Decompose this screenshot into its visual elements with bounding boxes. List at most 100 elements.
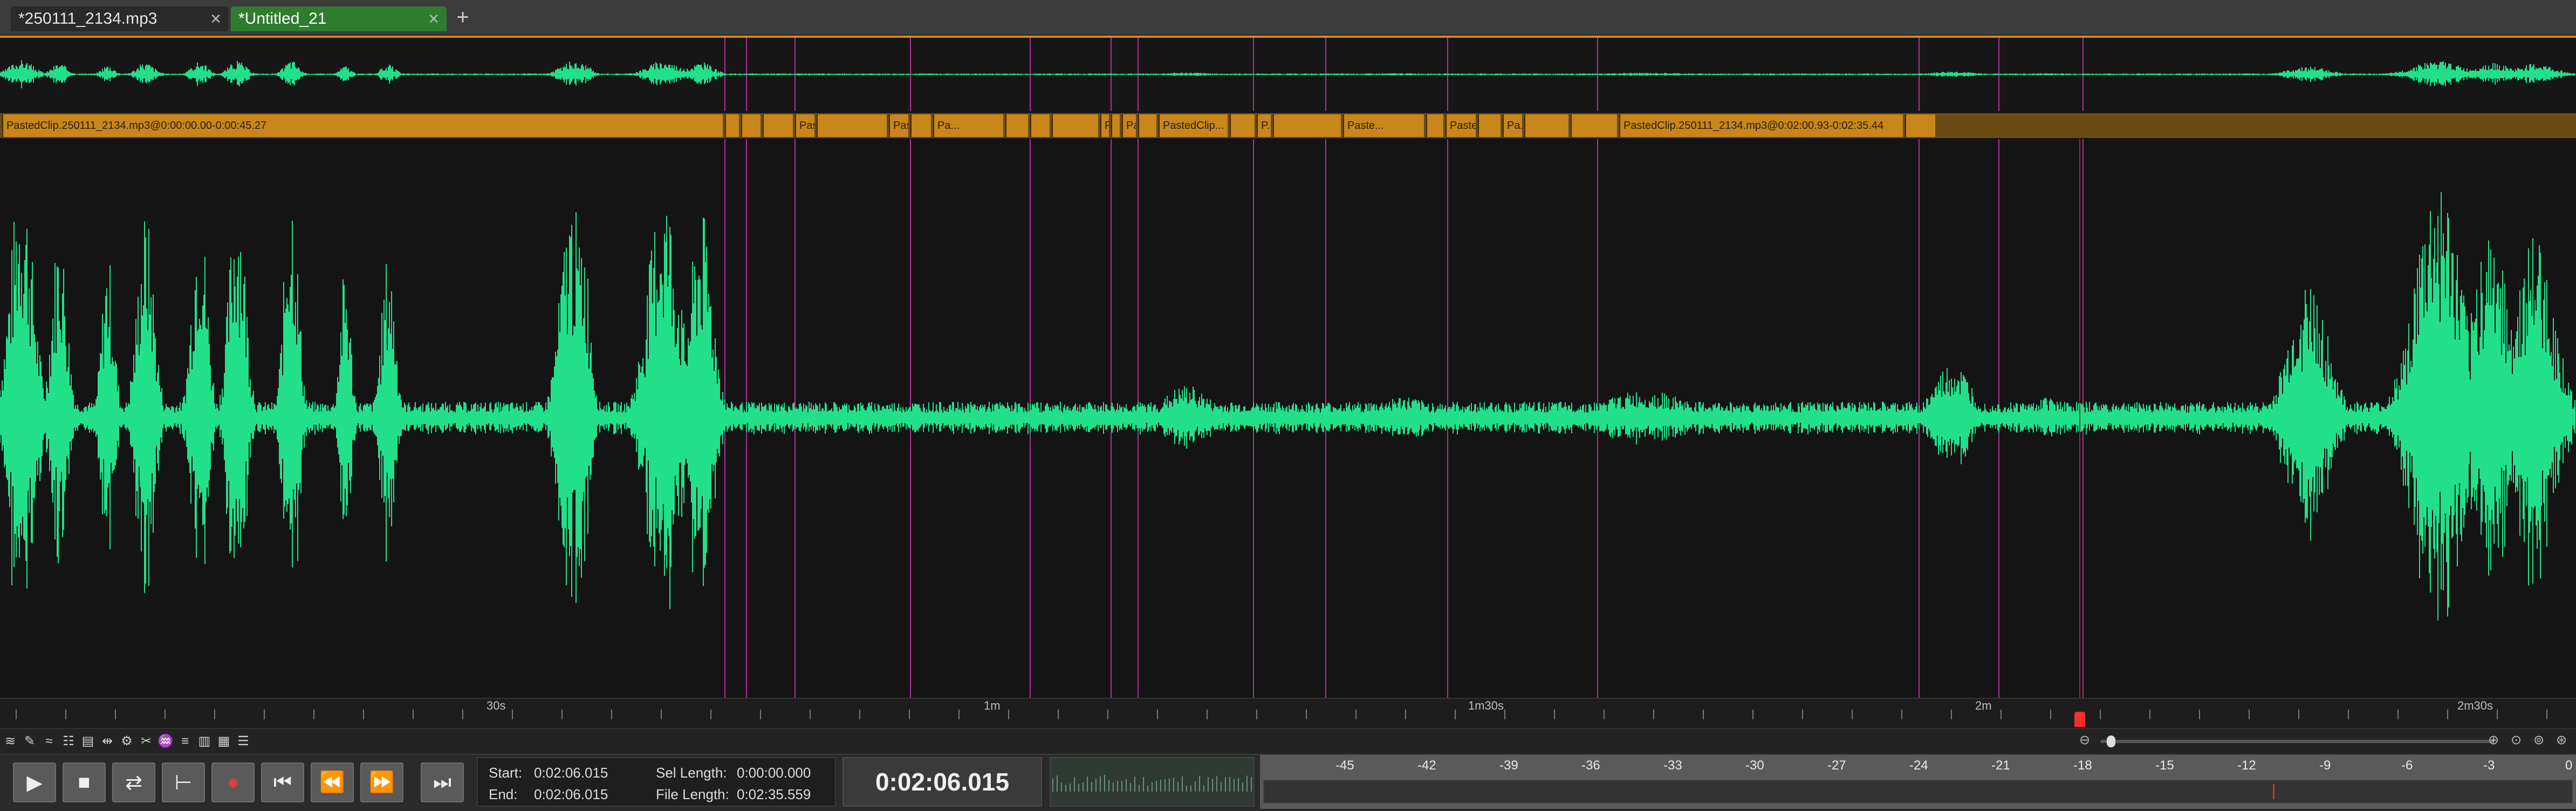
audio-clip[interactable]: Pa... bbox=[1122, 114, 1136, 137]
audio-clip[interactable]: Pa... bbox=[933, 114, 1003, 137]
audio-clip[interactable] bbox=[910, 114, 931, 137]
return-to-start-button[interactable]: ⊢ bbox=[162, 762, 205, 802]
tracks-icon[interactable]: ≡ bbox=[177, 733, 193, 750]
clip-label: PastedClip... bbox=[1163, 120, 1224, 132]
audio-clip[interactable]: PastedClip... bbox=[1100, 114, 1109, 137]
next-button[interactable]: ⏭ bbox=[421, 762, 464, 802]
audio-clip[interactable]: P... bbox=[1257, 114, 1271, 137]
meter-scale-label: 0 bbox=[2565, 758, 2573, 773]
clip-label: PastedClip... bbox=[1105, 120, 1109, 132]
start-value[interactable]: 0:02:06.015 bbox=[534, 765, 608, 781]
multi-track-icon[interactable]: ☷ bbox=[60, 733, 77, 750]
meter-scale-label: -39 bbox=[1499, 758, 1518, 773]
audio-clip[interactable]: PastedClip... bbox=[1159, 114, 1228, 137]
zoom-full-icon[interactable]: ⊛ bbox=[2553, 732, 2570, 748]
stretch-icon[interactable]: ⇹ bbox=[99, 733, 115, 750]
file-length-value: 0:02:35.559 bbox=[737, 786, 811, 802]
ruler-label-2m30s: 2m30s bbox=[2457, 699, 2493, 712]
tab-bar: *250111_2134.mp3 × *Untitled_21 × + bbox=[0, 0, 2576, 36]
zoom-in-icon[interactable]: ⊕ bbox=[2485, 732, 2502, 748]
rewind-button[interactable]: ⏪ bbox=[311, 762, 354, 802]
meter-scale-label: -3 bbox=[2483, 758, 2495, 773]
audio-clip[interactable]: PastedClip.250111_2134.mp3@0:02:00.93-0:… bbox=[1619, 114, 1903, 137]
fast-forward-button[interactable]: ⏩ bbox=[360, 762, 403, 802]
close-icon[interactable]: × bbox=[428, 9, 439, 30]
audio-clip[interactable]: Paste... bbox=[1343, 114, 1424, 137]
audio-clip[interactable]: PastedClip... bbox=[889, 114, 908, 137]
file-length-label: File Length: bbox=[656, 786, 729, 802]
waveform-tool-icon[interactable]: ≋ bbox=[2, 733, 18, 750]
zoom-slider[interactable] bbox=[2100, 740, 2494, 743]
clip-label: PastedClip... bbox=[893, 120, 908, 132]
zoom-out-icon[interactable]: ⊖ bbox=[2077, 732, 2093, 748]
tab-250111-mp3[interactable]: *250111_2134.mp3 × bbox=[11, 6, 229, 31]
audio-clip[interactable] bbox=[763, 114, 793, 137]
audio-clip[interactable] bbox=[1571, 114, 1617, 137]
stop-button[interactable]: ■ bbox=[63, 762, 106, 802]
loop-button[interactable]: ⇄ bbox=[112, 762, 155, 802]
audio-clip[interactable]: PastedClip.250111_2134.mp3@0:00:00.00-0:… bbox=[2, 114, 723, 137]
play-button[interactable]: ▶ bbox=[13, 762, 56, 802]
record-icon: ● bbox=[227, 771, 239, 794]
clip-label: PastedClip.250111_2134.mp3@0:02:00.93-0:… bbox=[1623, 120, 1884, 132]
sel-length-value[interactable]: 0:00:00.000 bbox=[737, 765, 811, 781]
close-icon[interactable]: × bbox=[210, 9, 221, 30]
audio-clip[interactable] bbox=[1111, 114, 1120, 137]
audio-clip[interactable] bbox=[741, 114, 761, 137]
audio-clip[interactable] bbox=[1005, 114, 1028, 137]
meter-scale-label: -18 bbox=[2073, 758, 2092, 773]
clip-label: Pa... bbox=[937, 120, 960, 132]
equalizer-icon[interactable]: ♒ bbox=[157, 733, 174, 750]
audio-clip[interactable] bbox=[1030, 114, 1050, 137]
start-label: Start: bbox=[489, 765, 523, 781]
audio-clip[interactable]: Pa... bbox=[1503, 114, 1522, 137]
group-icon[interactable]: ⚙ bbox=[119, 733, 135, 750]
audio-clip[interactable]: PastedClip... bbox=[795, 114, 814, 137]
playhead-marker[interactable] bbox=[2074, 712, 2085, 727]
audio-clip[interactable] bbox=[1905, 114, 1935, 137]
new-tab-button[interactable]: + bbox=[451, 6, 475, 30]
previous-button[interactable]: ⏮ bbox=[261, 762, 304, 802]
audio-clip[interactable] bbox=[1052, 114, 1098, 137]
pencil-icon[interactable]: ✎ bbox=[22, 733, 38, 750]
list-icon[interactable]: ☰ bbox=[235, 733, 251, 750]
zoom-fit-icon[interactable]: ⊚ bbox=[2531, 732, 2547, 748]
waveform-edit-icon[interactable]: ≈ bbox=[41, 733, 57, 750]
fast-forward-icon: ⏩ bbox=[369, 771, 395, 794]
mini-overview[interactable] bbox=[1050, 757, 1255, 807]
meter-scale-label: -36 bbox=[1581, 758, 1600, 773]
waveform-trace bbox=[0, 60, 2575, 88]
overview-waveform[interactable] bbox=[0, 36, 2576, 113]
bars-icon[interactable]: ▦ bbox=[216, 733, 232, 750]
audio-clip[interactable] bbox=[817, 114, 887, 137]
zoom-slider-thumb[interactable] bbox=[2107, 736, 2115, 747]
audio-clip[interactable] bbox=[1426, 114, 1443, 137]
audio-clip[interactable] bbox=[1273, 114, 1341, 137]
tab-label: *Untitled_21 bbox=[238, 10, 327, 28]
waveform-view[interactable] bbox=[0, 139, 2576, 698]
brush-icon[interactable]: ✂ bbox=[138, 733, 154, 750]
histogram-icon[interactable]: ▥ bbox=[196, 733, 213, 750]
next-icon: ⏭ bbox=[433, 771, 452, 794]
clip-label: Paste... bbox=[1347, 120, 1384, 132]
record-button[interactable]: ● bbox=[211, 762, 255, 802]
audio-clip[interactable]: PastedClip.250111_2134.mp3@0:01:36.68-0:… bbox=[1445, 114, 1476, 137]
ruler-label-30s: 30s bbox=[487, 699, 506, 712]
previous-icon: ⏮ bbox=[273, 771, 292, 794]
audio-clip[interactable] bbox=[1230, 114, 1255, 137]
spectrum-icon[interactable]: ▤ bbox=[80, 733, 96, 750]
audio-clip[interactable] bbox=[1524, 114, 1568, 137]
audio-clip[interactable] bbox=[1478, 114, 1501, 137]
meter-scale-label: -9 bbox=[2319, 758, 2331, 773]
meter-scale-label: -15 bbox=[2155, 758, 2174, 773]
clip-label: Pa... bbox=[1126, 120, 1136, 132]
end-value[interactable]: 0:02:06.015 bbox=[534, 786, 608, 803]
zoom-selection-icon[interactable]: ⊙ bbox=[2508, 732, 2524, 748]
play-icon: ▶ bbox=[26, 771, 43, 794]
time-ruler[interactable]: 30s 1m 1m30s 2m 2m30s bbox=[0, 698, 2576, 729]
meter-scale-label: -12 bbox=[2237, 758, 2256, 773]
audio-clip[interactable] bbox=[1138, 114, 1156, 137]
audio-clip[interactable] bbox=[725, 114, 739, 137]
tab-untitled-21[interactable]: *Untitled_21 × bbox=[231, 6, 447, 31]
meter-scale-label: -45 bbox=[1335, 758, 1354, 773]
